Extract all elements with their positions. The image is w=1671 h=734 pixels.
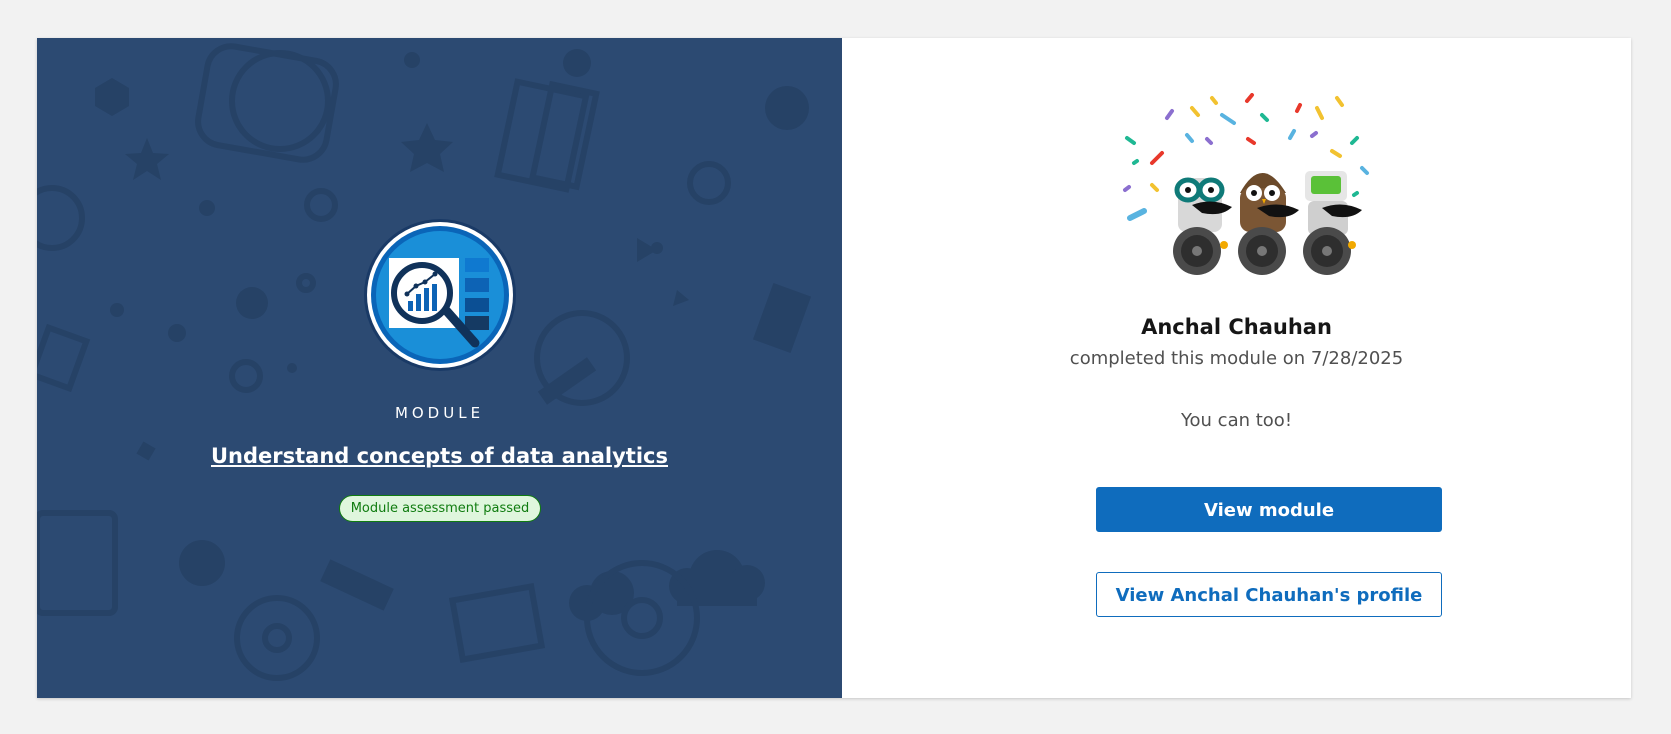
completion-date-text: completed this module on 7/28/2025	[1069, 348, 1404, 369]
achievement-panel: Anchal Chauhan completed this module on …	[842, 38, 1631, 698]
view-module-button[interactable]: View module	[1096, 487, 1442, 532]
encouragement-text: You can too!	[1180, 410, 1293, 431]
robot-left	[1173, 177, 1232, 275]
celebration-illustration	[1123, 93, 1369, 275]
achievement-card: MODULE Understand concepts of data analy…	[37, 38, 1631, 698]
module-title-link[interactable]: Understand concepts of data analytics	[37, 444, 842, 468]
module-kicker: MODULE	[394, 404, 485, 422]
data-analytics-magnifier-icon	[364, 219, 516, 371]
view-profile-button[interactable]: View Anchal Chauhan's profile	[1096, 572, 1442, 617]
robot-middle-owl	[1238, 173, 1299, 275]
assessment-passed-badge: Module assessment passed	[339, 495, 541, 522]
robot-right	[1303, 171, 1362, 275]
learner-name: Anchal Chauhan	[1141, 315, 1332, 339]
module-panel: MODULE Understand concepts of data analy…	[37, 38, 842, 698]
